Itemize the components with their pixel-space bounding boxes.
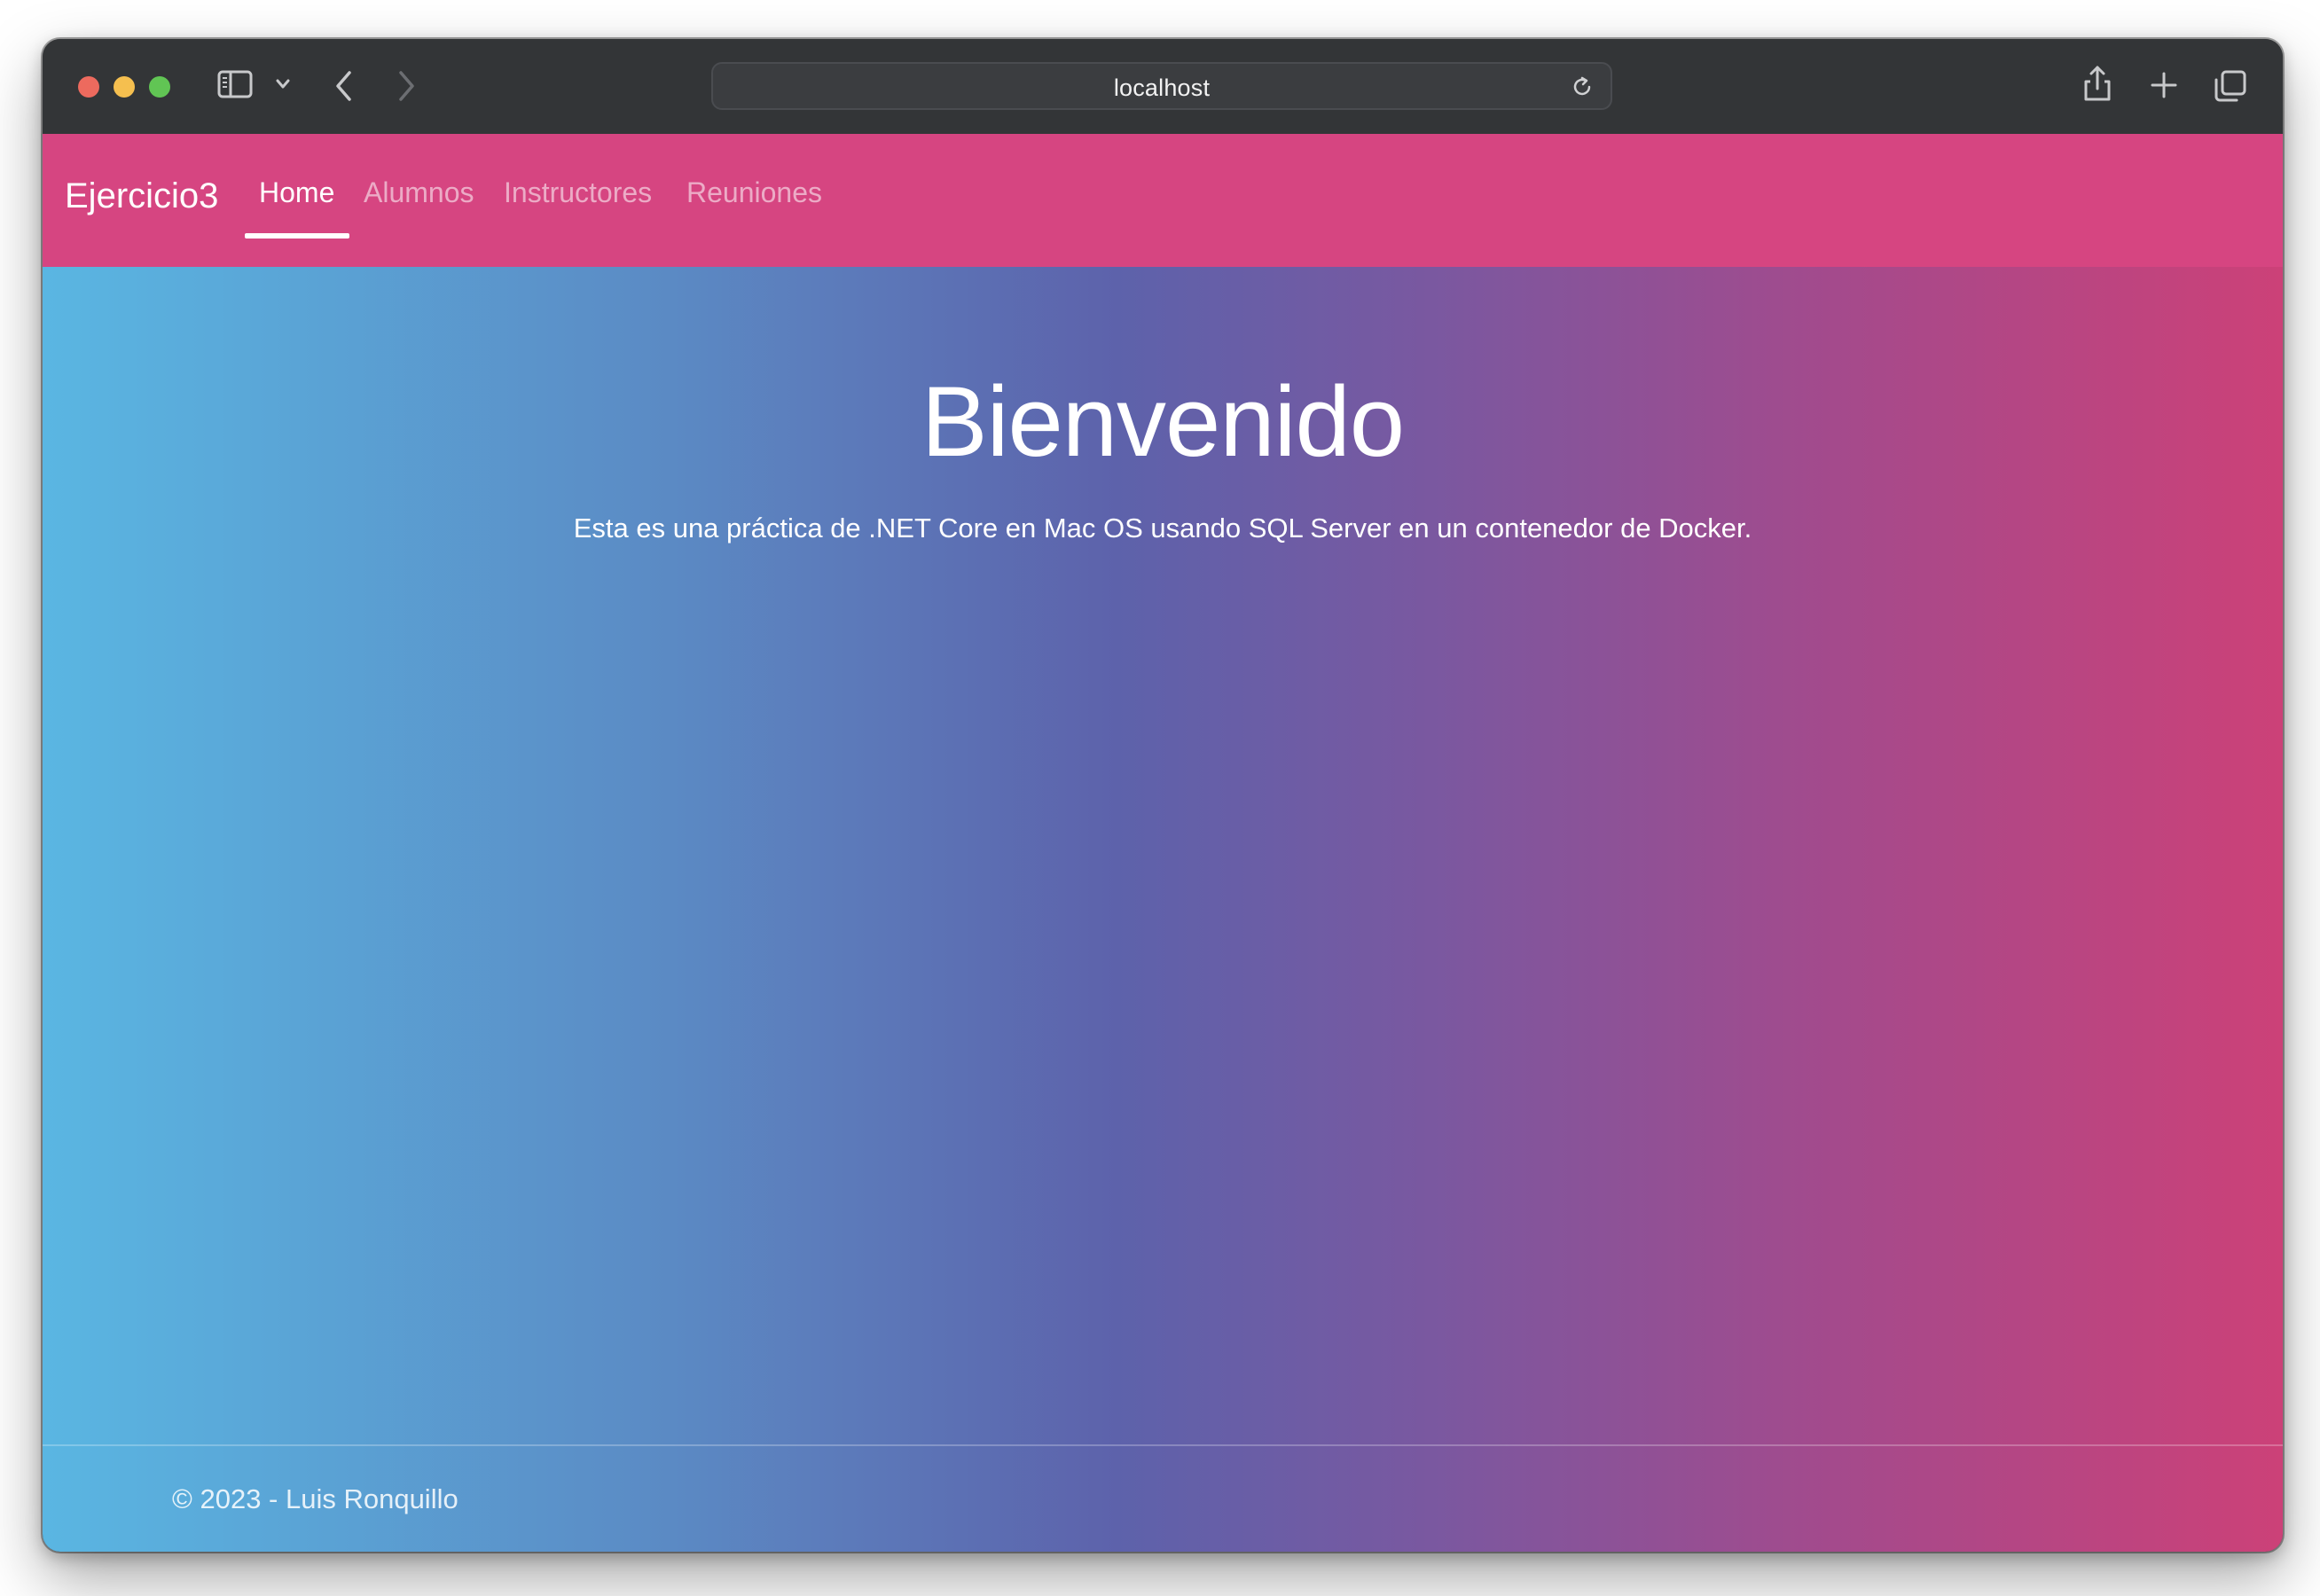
tabs-overview-icon[interactable] [2214, 69, 2247, 103]
nav-item-reuniones[interactable]: Reuniones [686, 176, 822, 209]
footer-divider [43, 1444, 2283, 1446]
zoom-window-button[interactable] [149, 76, 170, 98]
navbar-brand[interactable]: Ejercicio3 [65, 176, 218, 216]
nav-item-instructores[interactable]: Instructores [504, 176, 652, 209]
plus-icon[interactable] [2150, 71, 2178, 99]
chevron-right-icon[interactable] [396, 69, 417, 103]
site-navbar: Ejercicio3 Home Alumnos Instructores Reu… [43, 134, 2283, 267]
chevron-down-icon[interactable] [275, 78, 291, 90]
footer-copyright: © 2023 - Luis Ronquillo [172, 1483, 459, 1515]
copyright-symbol: © [172, 1483, 192, 1514]
page-title: Bienvenido [921, 366, 1405, 477]
url-text: localhost [1113, 74, 1211, 101]
close-window-button[interactable] [78, 76, 99, 98]
minimize-window-button[interactable] [114, 76, 135, 98]
nav-item-home[interactable]: Home [259, 176, 334, 209]
sidebar-icon[interactable] [217, 69, 253, 99]
share-icon[interactable] [2082, 64, 2112, 103]
address-bar[interactable]: localhost [711, 62, 1612, 110]
chevron-left-icon[interactable] [333, 69, 355, 103]
browser-window: localhost Ejercicio3 Home Alumnos Instru… [43, 39, 2283, 1552]
page-subtitle: Esta es una práctica de .NET Core en Mac… [573, 512, 1752, 544]
web-page: Ejercicio3 Home Alumnos Instructores Reu… [43, 134, 2283, 1552]
footer-text: 2023 - Luis Ronquillo [200, 1483, 459, 1514]
nav-item-alumnos[interactable]: Alumnos [364, 176, 474, 209]
reload-icon[interactable] [1570, 74, 1595, 104]
browser-toolbar: localhost [43, 39, 2283, 136]
active-nav-indicator [245, 233, 349, 239]
